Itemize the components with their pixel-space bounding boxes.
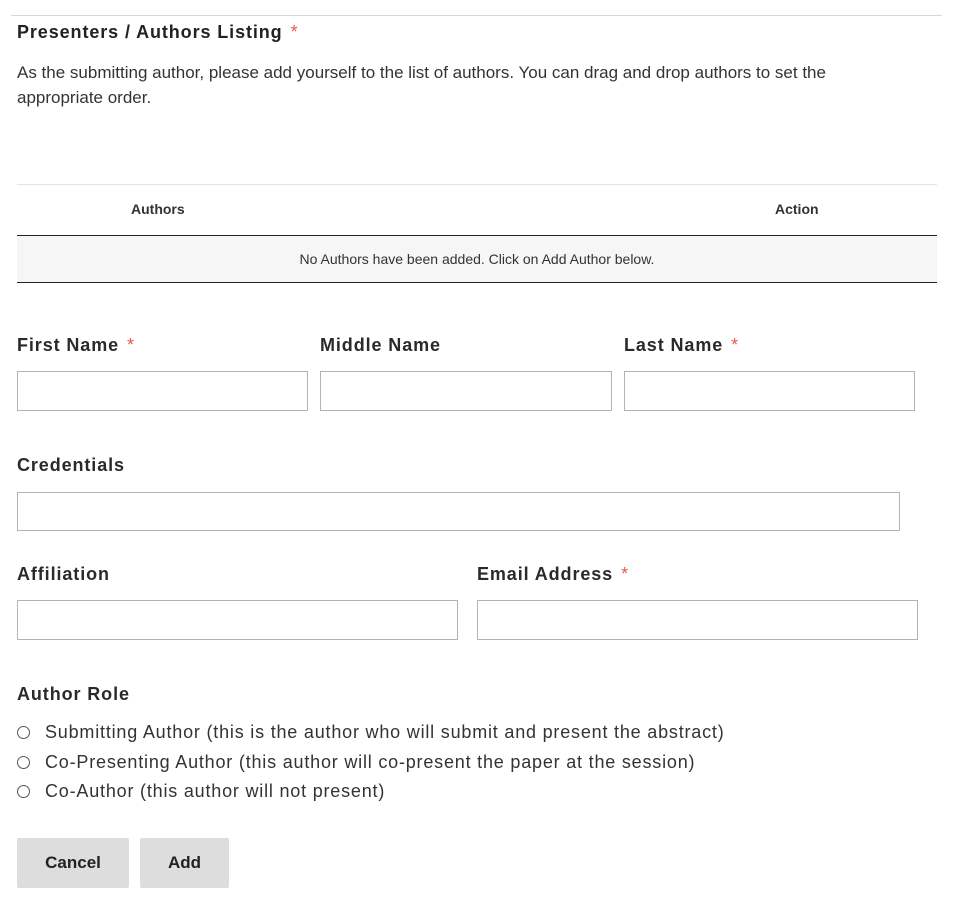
affiliation-input[interactable] [17, 600, 458, 640]
email-input[interactable] [477, 600, 918, 640]
role-option-co-presenting[interactable]: Co-Presenting Author (this author will c… [17, 752, 695, 773]
column-header-action: Action [775, 201, 819, 217]
role-option-co-author[interactable]: Co-Author (this author will not present) [17, 781, 385, 802]
cancel-button[interactable]: Cancel [17, 838, 129, 888]
middle-name-input[interactable] [320, 371, 612, 411]
last-name-label-text: Last Name [624, 335, 724, 355]
first-name-label-text: First Name [17, 335, 120, 355]
role-option-label: Co-Author (this author will not present) [45, 781, 386, 801]
required-asterisk: * [731, 335, 740, 355]
required-asterisk: * [621, 564, 629, 584]
credentials-label: Credentials [17, 455, 125, 476]
column-header-authors: Authors [131, 201, 185, 217]
top-divider [11, 15, 942, 16]
email-label-text: Email Address [477, 564, 614, 584]
middle-name-label: Middle Name [320, 335, 441, 356]
affiliation-label: Affiliation [17, 564, 110, 585]
author-role-label: Author Role [17, 684, 130, 705]
first-name-input[interactable] [17, 371, 308, 411]
intro-text: As the submitting author, please add you… [17, 63, 826, 107]
author-role-label-text: Author Role [17, 684, 130, 704]
table-top-border [17, 184, 937, 185]
email-label: Email Address * [477, 564, 629, 585]
first-name-label: First Name * [17, 335, 135, 356]
required-asterisk: * [127, 335, 135, 355]
affiliation-label-text: Affiliation [17, 564, 110, 584]
empty-table-message: No Authors have been added. Click on Add… [17, 236, 937, 283]
required-asterisk: * [290, 22, 299, 42]
role-option-label: Submitting Author (this is the author wh… [45, 722, 725, 742]
radio-button[interactable] [17, 785, 30, 798]
role-option-label: Co-Presenting Author (this author will c… [45, 752, 696, 772]
role-option-submitting[interactable]: Submitting Author (this is the author wh… [17, 722, 725, 743]
credentials-label-text: Credentials [17, 455, 125, 475]
section-title-text: Presenters / Authors Listing [17, 22, 283, 42]
radio-button[interactable] [17, 756, 30, 769]
credentials-input[interactable] [17, 492, 900, 531]
last-name-label: Last Name * [624, 335, 739, 356]
last-name-input[interactable] [624, 371, 915, 411]
radio-button[interactable] [17, 726, 30, 739]
middle-name-label-text: Middle Name [320, 335, 441, 355]
add-button[interactable]: Add [140, 838, 229, 888]
section-title: Presenters / Authors Listing * [17, 22, 299, 43]
